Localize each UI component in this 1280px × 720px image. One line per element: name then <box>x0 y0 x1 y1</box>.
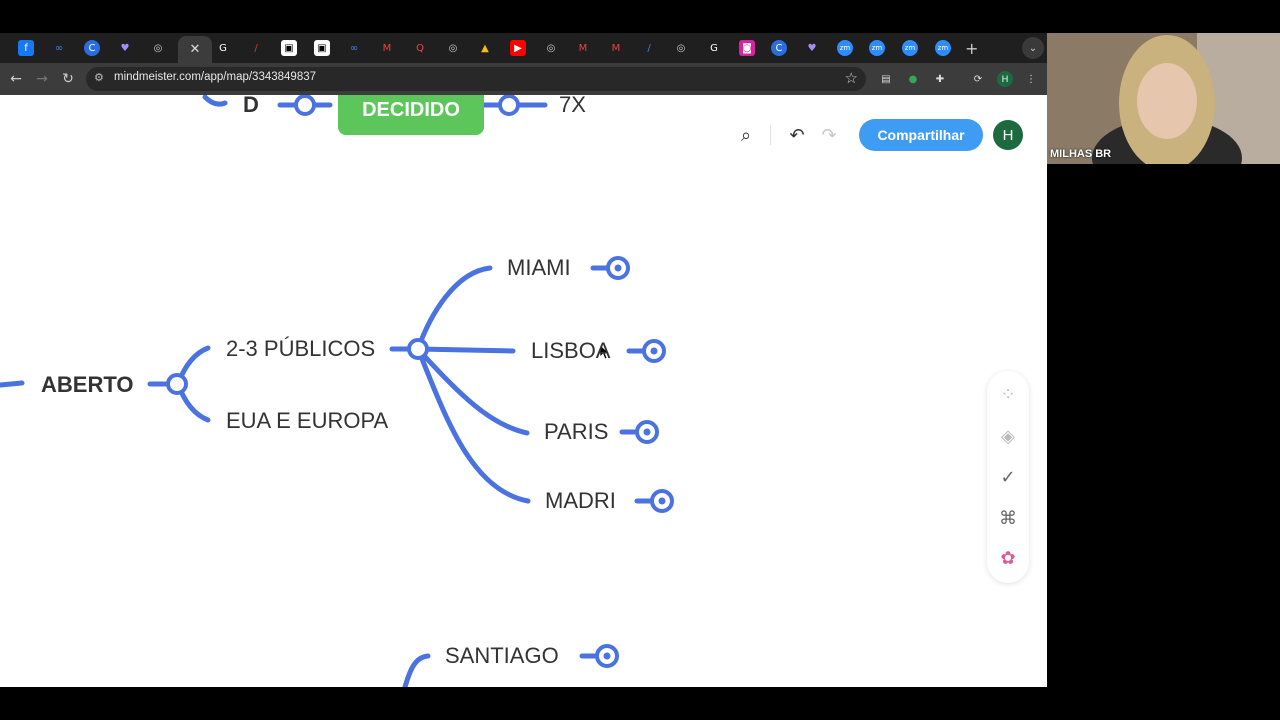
extension-icon-2[interactable]: ● <box>905 71 921 87</box>
reload-icon: ↻ <box>62 71 74 87</box>
search-icon[interactable]: ⌕ <box>732 121 760 149</box>
url-bar[interactable]: ⚙ mindmeister.com/app/map/3343849837 ☆ <box>86 67 866 91</box>
tab-heart-app-2[interactable]: ♥ <box>804 40 820 56</box>
tab-heart-app[interactable]: ♥ <box>117 40 133 56</box>
node-eua-e-europa[interactable]: EUA E EUROPA <box>226 408 388 434</box>
browser-window: f ∞ C ♥ ◎ ✕ G / ▣ ▣ ∞ M Q ◎ ▲ ▶ ◎ M M / … <box>0 33 1047 687</box>
tab-facebook[interactable]: f <box>18 40 34 56</box>
connector-d-top <box>202 95 228 107</box>
new-tab-button[interactable]: + <box>965 39 978 58</box>
forward-button[interactable]: → <box>33 70 51 88</box>
redo-icon[interactable]: ↷ <box>815 121 843 149</box>
reload-button[interactable]: ↻ <box>59 70 77 88</box>
tab-globe[interactable]: ◎ <box>150 40 166 56</box>
connector-to-madri <box>415 346 531 504</box>
tab-zoom-3[interactable]: zm <box>902 40 918 56</box>
arrow-left-icon: ← <box>10 71 22 87</box>
node-santiago[interactable]: SANTIAGO <box>445 643 559 669</box>
tab-meta-2[interactable]: ∞ <box>346 40 362 56</box>
back-button[interactable]: ← <box>7 70 25 88</box>
connector-root-left <box>0 380 25 388</box>
toolbar-divider <box>770 125 771 145</box>
expand-dot-madri <box>658 497 666 505</box>
user-avatar[interactable]: H <box>993 120 1023 150</box>
tab-slash-app[interactable]: / <box>248 40 264 56</box>
node-decidido[interactable]: DECIDIDO <box>338 95 484 135</box>
layout-icon[interactable]: ⁘ <box>995 381 1021 407</box>
tab-google[interactable]: G <box>215 40 231 56</box>
tab-drive[interactable]: ▲ <box>477 40 493 56</box>
tab-youtube[interactable]: ▶ <box>510 40 526 56</box>
connector-to-miami <box>415 265 493 352</box>
tab-globe-3[interactable]: ◎ <box>543 40 559 56</box>
tab-bar: f ∞ C ♥ ◎ ✕ G / ▣ ▣ ∞ M Q ◎ ▲ ▶ ◎ M M / … <box>0 33 1047 63</box>
url-text[interactable]: mindmeister.com/app/map/3343849837 <box>114 71 316 83</box>
node-lisboa[interactable]: LISBOA <box>531 338 610 364</box>
tab-gmail-1[interactable]: M <box>379 40 395 56</box>
tab-zoom-1[interactable]: zm <box>837 40 853 56</box>
collapse-knob-decidido <box>498 95 520 116</box>
tab-gmail-3[interactable]: M <box>608 40 624 56</box>
collapse-knob-aberto <box>166 373 188 395</box>
collapse-knob-publicos <box>407 338 429 360</box>
tab-slash-blue[interactable]: / <box>641 40 657 56</box>
connector-to-santiago <box>402 653 431 687</box>
presenter-video <box>1047 33 1280 164</box>
tab-square-app-1[interactable]: ▣ <box>281 40 297 56</box>
expand-dot-miami <box>614 264 622 272</box>
tab-c-app[interactable]: C <box>84 40 100 56</box>
share-button[interactable]: Compartilhar <box>859 119 983 151</box>
arrow-right-icon: → <box>36 71 48 87</box>
bookmark-star-icon[interactable]: ☆ <box>845 69 858 87</box>
node-d[interactable]: D <box>243 95 259 118</box>
node-7x[interactable]: 7X <box>559 95 586 118</box>
connector-to-lisboa <box>415 346 516 354</box>
mindmap-connections <box>0 95 674 687</box>
expand-dot-paris <box>643 428 651 436</box>
tab-instagram[interactable]: ◙ <box>739 40 755 56</box>
tab-q-app[interactable]: Q <box>412 40 428 56</box>
task-check-icon[interactable]: ✓ <box>995 464 1021 490</box>
tab-globe-2[interactable]: ◎ <box>445 40 461 56</box>
tab-meta[interactable]: ∞ <box>51 40 67 56</box>
expand-dot-santiago <box>603 652 611 660</box>
collapse-knob-d <box>294 95 316 116</box>
profile-avatar[interactable]: H <box>997 71 1013 87</box>
undo-icon[interactable]: ↶ <box>783 121 811 149</box>
node-aberto[interactable]: ABERTO <box>41 372 134 398</box>
close-icon[interactable]: ✕ <box>190 42 201 57</box>
top-right-toolbar: ⌕ ↶ ↷ Compartilhar H <box>722 113 1032 157</box>
address-toolbar: ← → ↻ ⚙ mindmeister.com/app/map/33438498… <box>0 63 1047 95</box>
extension-icon-3[interactable]: ⟳ <box>970 71 986 87</box>
tab-active-close[interactable]: ✕ <box>178 36 212 63</box>
theme-flower-icon[interactable]: ✿ <box>995 545 1021 571</box>
tab-zoom-2[interactable]: zm <box>869 40 885 56</box>
tab-c-app-2[interactable]: C <box>771 40 787 56</box>
mindmap-canvas[interactable]: D DECIDIDO 7X ABERTO 2-3 PÚBLICOS EUA E … <box>0 95 1047 687</box>
tab-gmail-2[interactable]: M <box>575 40 591 56</box>
expand-dot-lisboa <box>650 347 658 355</box>
connect-icon[interactable]: ⌘ <box>995 505 1021 531</box>
tab-square-app-2[interactable]: ▣ <box>314 40 330 56</box>
side-tool-panel: ⁘ ◈ ✓ ⌘ ✿ <box>987 371 1029 583</box>
tab-zoom-4[interactable]: zm <box>935 40 951 56</box>
node-miami[interactable]: MIAMI <box>507 255 571 281</box>
node-2-3-publicos[interactable]: 2-3 PÚBLICOS <box>226 336 375 362</box>
paint-bucket-icon[interactable]: ◈ <box>995 423 1021 449</box>
site-settings-icon[interactable]: ⚙ <box>94 71 104 84</box>
tab-search-menu-button[interactable]: ⌄ <box>1022 37 1044 59</box>
tab-globe-4[interactable]: ◎ <box>673 40 689 56</box>
extensions-puzzle-icon[interactable]: ✚ <box>932 71 948 87</box>
webcam-label: MILHAS BR <box>1050 148 1112 160</box>
extension-icon-1[interactable]: ▤ <box>878 71 894 87</box>
node-madri[interactable]: MADRI <box>545 488 616 514</box>
webcam-feed: MILHAS BR <box>1047 33 1280 164</box>
tab-google-2[interactable]: G <box>706 40 722 56</box>
node-paris[interactable]: PARIS <box>544 419 608 445</box>
more-menu-icon[interactable]: ⋮ <box>1023 71 1039 87</box>
